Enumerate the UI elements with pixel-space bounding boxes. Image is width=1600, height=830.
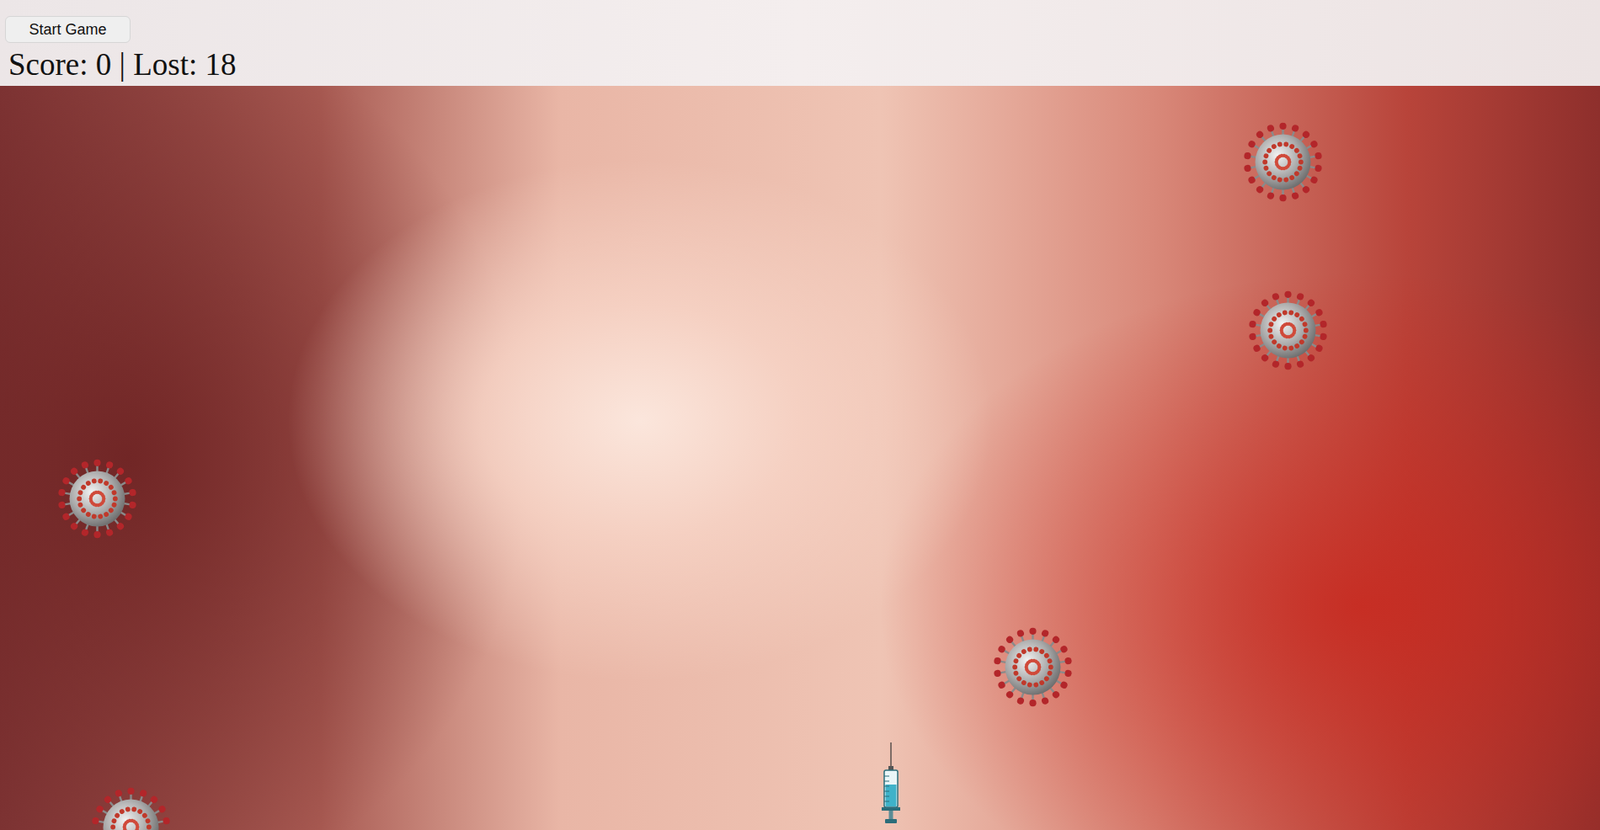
virus-icon <box>90 786 172 830</box>
virus-icon <box>1242 121 1324 203</box>
virus <box>992 626 1074 709</box>
player-syringe[interactable] <box>880 742 902 825</box>
virus-icon <box>992 626 1074 709</box>
game-page: Start Game Score: 0 | Lost: 18 <box>0 0 1600 830</box>
game-header: Start Game Score: 0 | Lost: 18 <box>0 0 1600 86</box>
virus-icon <box>56 458 139 540</box>
syringe-icon[interactable] <box>880 742 902 825</box>
virus-icon <box>1247 289 1329 372</box>
virus <box>56 458 139 540</box>
virus <box>90 786 172 830</box>
virus <box>1242 121 1324 203</box>
start-game-button[interactable]: Start Game <box>5 16 131 43</box>
game-canvas[interactable] <box>0 85 1600 830</box>
virus <box>1247 289 1329 372</box>
score-status: Score: 0 | Lost: 18 <box>5 46 237 84</box>
